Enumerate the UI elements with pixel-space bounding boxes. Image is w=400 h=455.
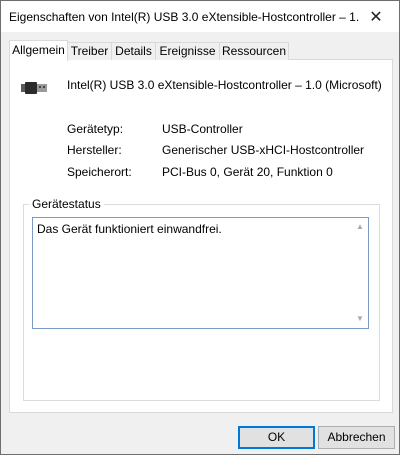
scroll-down-icon[interactable]: ▼ bbox=[356, 314, 364, 323]
device-status-text: Das Gerät funktioniert einwandfrei. bbox=[37, 222, 222, 236]
title-bar: Eigenschaften von Intel(R) USB 3.0 eXten… bbox=[1, 1, 399, 32]
property-label-location: Speicherort: bbox=[67, 165, 132, 179]
usb-plug-icon bbox=[21, 82, 47, 94]
window-title: Eigenschaften von Intel(R) USB 3.0 eXten… bbox=[9, 10, 359, 24]
device-name: Intel(R) USB 3.0 eXtensible-Hostcontroll… bbox=[67, 78, 382, 92]
tab-details[interactable]: Details bbox=[111, 42, 156, 60]
cancel-button[interactable]: Abbrechen bbox=[318, 426, 395, 449]
device-status-title: Gerätestatus bbox=[29, 197, 104, 211]
property-value-manufacturer: Generischer USB-xHCI-Hostcontroller bbox=[162, 143, 365, 157]
property-label-type: Gerätetyp: bbox=[67, 122, 124, 136]
scroll-up-icon[interactable]: ▲ bbox=[356, 222, 364, 231]
device-status-textbox[interactable]: Das Gerät funktioniert einwandfrei. ▲ ▼ bbox=[32, 217, 369, 329]
close-icon[interactable]: ✕ bbox=[353, 1, 399, 32]
property-value-type: USB-Controller bbox=[162, 122, 243, 136]
vertical-scrollbar[interactable]: ▲ ▼ bbox=[352, 218, 368, 328]
tab-allgemein[interactable]: Allgemein bbox=[9, 40, 68, 61]
property-label-manufacturer: Hersteller: bbox=[67, 143, 122, 157]
property-value-location: PCI-Bus 0, Gerät 20, Funktion 0 bbox=[162, 165, 333, 179]
properties-dialog: Eigenschaften von Intel(R) USB 3.0 eXten… bbox=[0, 0, 400, 455]
tab-ressourcen[interactable]: Ressourcen bbox=[219, 42, 289, 60]
tab-ereignisse[interactable]: Ereignisse bbox=[155, 42, 220, 60]
ok-button[interactable]: OK bbox=[238, 426, 315, 449]
tab-treiber[interactable]: Treiber bbox=[67, 42, 112, 60]
